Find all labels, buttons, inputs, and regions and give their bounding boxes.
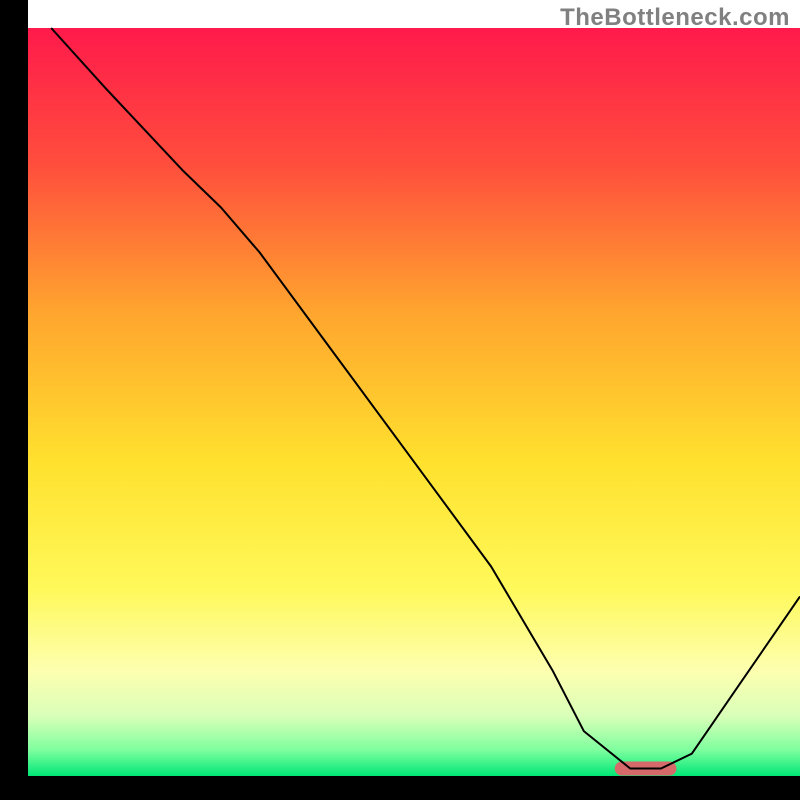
chart: TheBottleneck.com [0, 0, 800, 800]
y-axis [0, 0, 28, 800]
chart-svg [0, 0, 800, 800]
watermark: TheBottleneck.com [560, 4, 790, 32]
plot-background [28, 28, 800, 776]
x-axis [0, 776, 800, 800]
